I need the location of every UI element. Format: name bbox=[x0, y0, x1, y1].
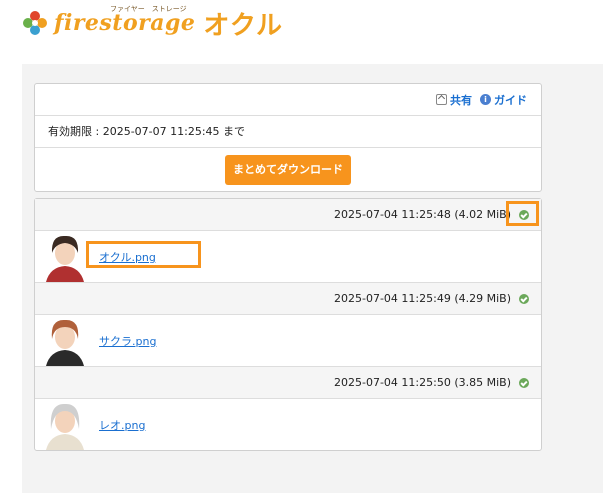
download-all-button[interactable]: まとめてダウンロード bbox=[225, 154, 351, 185]
share-link[interactable]: 共有 bbox=[436, 92, 472, 108]
toolbar: 共有 i ガイド bbox=[35, 84, 541, 116]
file-list: 2025-07-04 11:25:48 (4.02 MiB) オクル.png 2… bbox=[34, 198, 542, 451]
file-row: レオ.png bbox=[35, 399, 541, 450]
file-link[interactable]: オクル.png bbox=[99, 249, 156, 265]
file-thumbnail[interactable] bbox=[42, 399, 88, 450]
file-header: 2025-07-04 11:25:49 (4.29 MiB) bbox=[35, 283, 541, 315]
site-logo[interactable]: firestorage ファイヤー ストレージ オクル bbox=[22, 5, 284, 41]
avatar-okuru bbox=[42, 231, 88, 282]
logo-okuru: オクル bbox=[203, 10, 284, 41]
file-meta: 2025-07-04 11:25:50 (3.85 MiB) bbox=[334, 376, 511, 389]
expiry-text: 有効期限 : 2025-07-07 11:25:45 まで bbox=[35, 116, 541, 148]
avatar-sakura bbox=[42, 315, 88, 366]
file-link[interactable]: レオ.png bbox=[99, 417, 145, 433]
share-info-box: 共有 i ガイド 有効期限 : 2025-07-07 11:25:45 まで ま… bbox=[34, 83, 542, 192]
share-label: 共有 bbox=[450, 93, 472, 107]
guide-label: ガイド bbox=[494, 93, 527, 107]
download-icon[interactable] bbox=[519, 293, 529, 304]
file-meta: 2025-07-04 11:25:48 (4.02 MiB) bbox=[334, 208, 511, 221]
avatar-reo bbox=[42, 399, 88, 450]
download-icon[interactable] bbox=[519, 377, 529, 388]
download-icon[interactable] bbox=[519, 209, 529, 220]
flower-logo-icon bbox=[23, 11, 47, 35]
share-icon bbox=[436, 94, 447, 105]
download-all-row: まとめてダウンロード bbox=[35, 148, 541, 191]
file-thumbnail[interactable] bbox=[42, 315, 88, 366]
file-meta: 2025-07-04 11:25:49 (4.29 MiB) bbox=[334, 292, 511, 305]
file-row: サクラ.png bbox=[35, 315, 541, 367]
file-row: オクル.png bbox=[35, 231, 541, 283]
file-thumbnail[interactable] bbox=[42, 231, 88, 282]
file-link[interactable]: サクラ.png bbox=[99, 333, 156, 349]
guide-link[interactable]: i ガイド bbox=[480, 92, 527, 108]
file-header: 2025-07-04 11:25:50 (3.85 MiB) bbox=[35, 367, 541, 399]
info-icon: i bbox=[480, 94, 491, 105]
logo-furigana: ファイヤー ストレージ bbox=[110, 5, 187, 13]
file-header: 2025-07-04 11:25:48 (4.02 MiB) bbox=[35, 199, 541, 231]
